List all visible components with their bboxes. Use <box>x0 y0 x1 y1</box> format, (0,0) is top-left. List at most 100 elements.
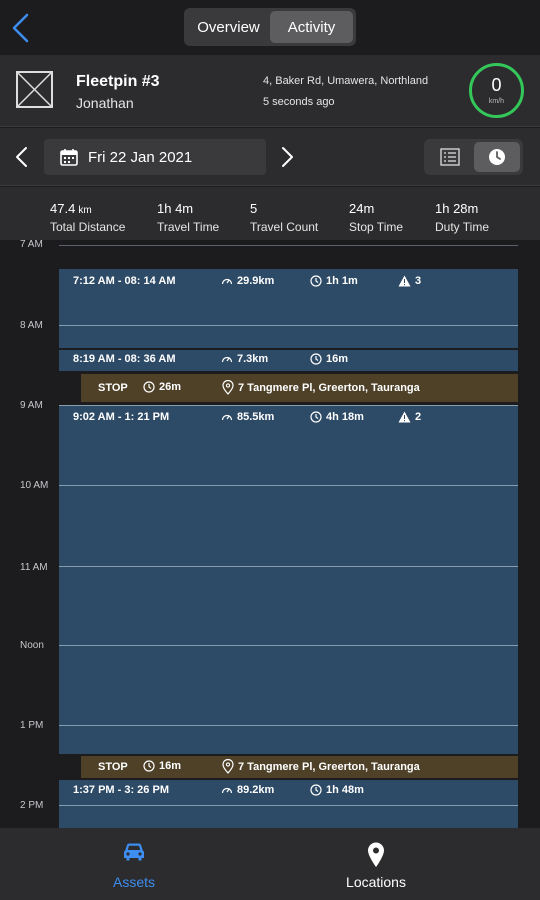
stop-block[interactable]: STOP 16m 7 Tangmere Pl, Greerton, Tauran… <box>81 756 518 778</box>
stat-value: 1h 28m <box>435 201 479 216</box>
list-view-button[interactable] <box>427 142 474 172</box>
stat-value: 24m <box>349 201 375 216</box>
hour-marker: 8 AM <box>0 320 540 331</box>
trip-distance: 85.5km <box>221 411 274 423</box>
hour-marker: 10 AM <box>0 480 540 491</box>
hour-label: Noon <box>20 640 44 651</box>
trip-header: 9:02 AM - 1: 21 PM 85.5km 4h 18m 2 <box>59 411 518 427</box>
tab-assets[interactable]: Assets <box>20 828 248 900</box>
location-pin-icon <box>222 759 234 774</box>
hour-label: 11 AM <box>20 562 48 573</box>
selected-date: Fri 22 Jan 2021 <box>88 148 193 166</box>
hour-marker: 1 PM <box>0 720 540 731</box>
stat-travel-time: 1h 4m Travel Time <box>157 200 219 234</box>
hour-label: 10 AM <box>20 480 49 491</box>
stop-label: STOP <box>98 761 128 773</box>
calendar-icon <box>60 149 78 166</box>
stat-label: Stop Time <box>349 220 404 234</box>
trip-distance: 89.2km <box>221 784 274 796</box>
timeline-view-button[interactable] <box>473 142 520 172</box>
date-selector: Fri 22 Jan 2021 <box>0 128 540 186</box>
stop-location-value: 7 Tangmere Pl, Greerton, Tauranga <box>238 381 420 394</box>
speedometer-icon <box>221 414 233 421</box>
asset-name: Fleetpin #3 <box>76 73 160 90</box>
clock-icon <box>488 149 505 165</box>
trip-distance-value: 29.9km <box>237 275 275 287</box>
timer-icon <box>310 411 322 423</box>
stat-total-distance: 47.4 km Total Distance <box>50 200 125 234</box>
summary-stats: 47.4 km Total Distance 1h 4m Travel Time … <box>0 187 540 240</box>
stop-location-value: 7 Tangmere Pl, Greerton, Tauranga <box>238 760 420 773</box>
trip-block[interactable]: 1:37 PM - 3: 26 PM 89.2km 1h 48m <box>59 780 518 828</box>
stat-duty-time: 1h 28m Duty Time <box>435 200 489 234</box>
bottom-tab-bar: Assets Locations <box>0 828 540 900</box>
stop-duration-value: 26m <box>159 381 182 393</box>
tab-locations[interactable]: Locations <box>248 828 504 900</box>
timer-icon <box>143 760 155 772</box>
stop-duration-value: 16m <box>159 760 182 772</box>
location-pin-icon <box>222 380 234 395</box>
image-placeholder-icon <box>16 71 53 108</box>
stat-unit: km <box>78 205 92 216</box>
hour-marker: Noon <box>0 640 540 651</box>
top-nav: Overview Activity <box>0 0 540 55</box>
date-picker[interactable]: Fri 22 Jan 2021 <box>44 139 266 175</box>
trip-block[interactable]: 8:19 AM - 08: 36 AM 7.3km 16m <box>59 350 518 371</box>
trip-distance-value: 7.3km <box>237 353 269 365</box>
asset-address: 4, Baker Rd, Umawera, Northland <box>263 75 429 87</box>
trip-time: 7:12 AM - 08: 14 AM <box>73 275 176 287</box>
trip-alerts-count: 2 <box>415 411 422 423</box>
trip-duration-value: 1h 48m <box>326 784 364 796</box>
hour-marker: 9 AM <box>0 400 540 411</box>
warning-icon <box>398 411 411 423</box>
stat-label: Travel Count <box>250 220 319 234</box>
hour-label: 1 PM <box>20 720 44 731</box>
stat-label: Duty Time <box>435 220 490 234</box>
hour-label: 8 AM <box>20 320 43 331</box>
stat-stop-time: 24m Stop Time <box>349 200 403 234</box>
last-update: 5 seconds ago <box>263 96 335 108</box>
trip-duration: 1h 48m <box>310 784 364 796</box>
trip-alerts: 3 <box>398 275 421 287</box>
previous-day-chevron-icon[interactable] <box>14 146 30 168</box>
trip-duration: 1h 1m <box>310 275 358 287</box>
trip-block[interactable]: 7:12 AM - 08: 14 AM 29.9km 1h 1m 3 <box>59 269 518 348</box>
hour-label: 9 AM <box>20 400 43 411</box>
trip-block[interactable]: 9:02 AM - 1: 21 PM 85.5km 4h 18m 2 <box>59 405 518 754</box>
stat-value: 5 <box>250 201 258 216</box>
speed-gauge: 0 km/h <box>469 63 524 118</box>
car-icon <box>124 843 144 861</box>
speedometer-icon <box>221 356 233 363</box>
stat-value: 1h 4m <box>157 201 194 216</box>
stop-duration: 26m <box>143 381 181 393</box>
trip-header: 1:37 PM - 3: 26 PM 89.2km 1h 48m <box>59 784 518 800</box>
hour-marker: 7 AM <box>0 240 540 250</box>
list-icon <box>440 148 460 166</box>
driver-name: Jonathan <box>76 95 134 111</box>
speedometer-icon <box>221 278 233 285</box>
timer-icon <box>310 353 322 365</box>
trip-time: 9:02 AM - 1: 21 PM <box>73 411 170 423</box>
tab-overview[interactable]: Overview <box>187 11 270 43</box>
speedometer-icon <box>221 787 233 794</box>
stop-label: STOP <box>98 382 128 394</box>
stat-value: 47.4 <box>50 201 76 216</box>
activity-timeline[interactable]: 7:12 AM - 08: 14 AM 29.9km 1h 1m 3 8:19 … <box>0 240 540 828</box>
timer-icon <box>310 275 322 287</box>
trip-time: 1:37 PM - 3: 26 PM <box>73 784 169 796</box>
stop-location: 7 Tangmere Pl, Greerton, Tauranga <box>222 380 420 395</box>
timer-icon <box>310 784 322 796</box>
trip-alerts: 2 <box>398 411 421 423</box>
hour-label: 2 PM <box>20 800 44 811</box>
trip-duration-value: 4h 18m <box>326 411 364 423</box>
trip-duration-value: 16m <box>326 353 349 365</box>
back-chevron-icon[interactable] <box>8 10 36 46</box>
trip-duration: 16m <box>310 353 348 365</box>
tab-locations-label: Locations <box>346 874 406 890</box>
timer-icon <box>143 381 155 393</box>
tab-activity[interactable]: Activity <box>270 11 353 43</box>
stop-location: 7 Tangmere Pl, Greerton, Tauranga <box>222 759 420 774</box>
trip-duration: 4h 18m <box>310 411 364 423</box>
stop-block[interactable]: STOP 26m 7 Tangmere Pl, Greerton, Tauran… <box>81 374 518 402</box>
next-day-chevron-icon[interactable] <box>279 146 295 168</box>
